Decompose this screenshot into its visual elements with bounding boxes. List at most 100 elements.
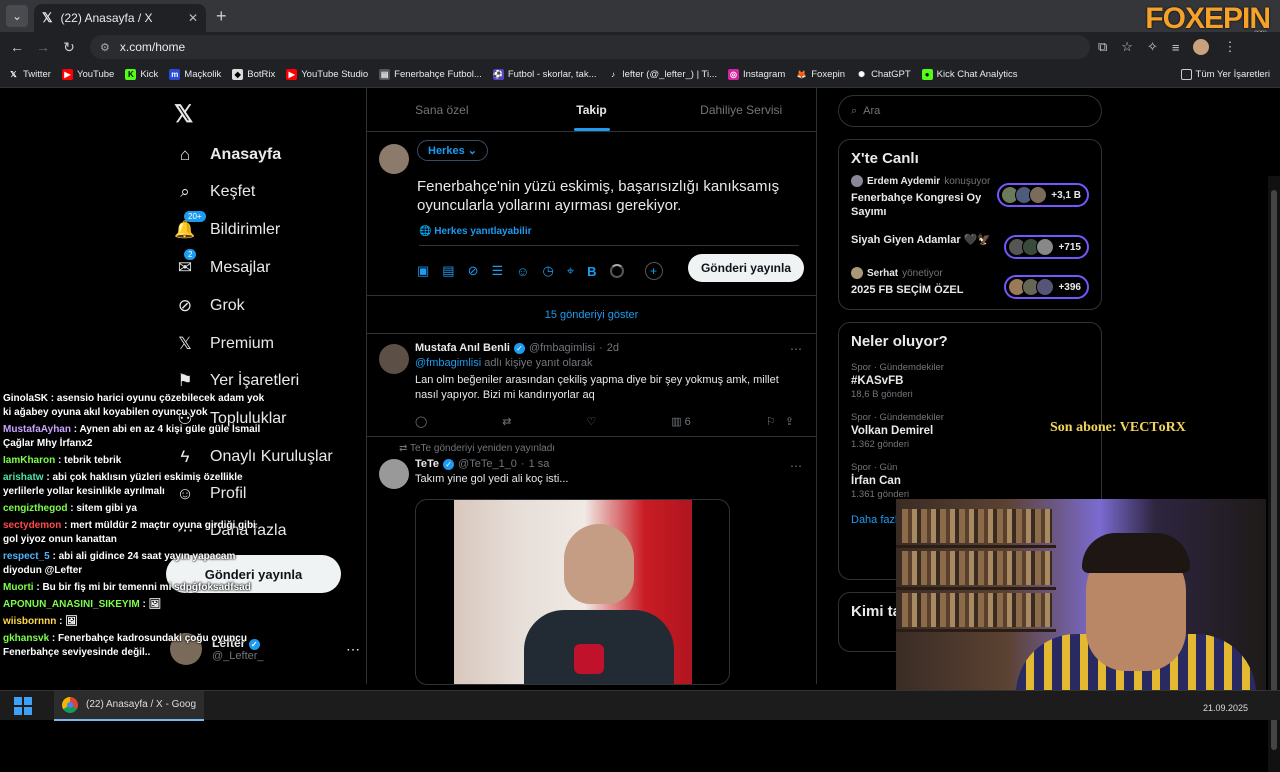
bookmark-item[interactable]: ▶ YouTube Studio <box>286 69 368 80</box>
tab-following[interactable]: Takip <box>517 88 667 131</box>
bookmark-item[interactable]: 𝕏 Twitter <box>8 69 51 80</box>
schedule-icon[interactable]: ◷ <box>542 263 553 279</box>
sidebar-item-bookmarks[interactable]: ⚑ Yer İşaretleri <box>174 370 299 392</box>
reply-icon[interactable]: ◯ <box>415 415 427 428</box>
avatar[interactable] <box>379 344 409 374</box>
chat-message: Muorti : Bu bir fiş mi bir temenni mi sd… <box>3 582 251 593</box>
tweet-time[interactable]: 2d <box>607 342 619 354</box>
live-space[interactable]: Erdem Aydemir konuşuyor Fenerbahçe Kongre… <box>851 175 1089 219</box>
bookmark-item[interactable]: ◆ BotRix <box>232 69 275 80</box>
browser-tab[interactable]: 𝕏 (22) Anasayfa / X ✕ <box>34 4 206 32</box>
url-text: x.com/home <box>119 40 186 54</box>
chat-message: IamKharon : tebrik tebrik <box>3 455 122 466</box>
emoji-icon[interactable]: ☺ <box>516 264 529 279</box>
install-app-icon[interactable]: ⧉ <box>1098 39 1107 55</box>
address-bar-row: ← → ↻ ⚙ x.com/home ⧉ ☆ ✧ ≡ ⋮ <box>0 32 1280 62</box>
compose-toolbar: ▣ ▤ ⊘ ☰ ☺ ◷ ⌖ B + <box>417 262 663 280</box>
tweet-time[interactable]: 1 sa <box>529 458 550 470</box>
forward-button[interactable]: → <box>30 39 56 55</box>
like-icon[interactable]: ♡ <box>586 415 596 428</box>
url-field[interactable]: ⚙ x.com/home <box>90 35 1090 59</box>
bookmark-star-icon[interactable]: ☆ <box>1121 39 1133 55</box>
grok-icon: ⊘ <box>177 296 193 315</box>
tweet[interactable]: ⇄ TeTe gönderiyi yeniden yayınladı ⋯ TeT… <box>367 437 816 685</box>
tab-search-button[interactable]: ⌄ <box>6 5 28 27</box>
reload-button[interactable]: ↻ <box>56 39 82 56</box>
windows-start-icon[interactable] <box>14 696 32 715</box>
location-icon[interactable]: ⌖ <box>567 263 574 279</box>
chat-text: 🖼 <box>148 599 162 610</box>
views-icon[interactable]: ▥ 6 <box>671 415 691 428</box>
reply-setting-button[interactable]: 🌐 Herkes yanıtlayabilir <box>419 226 799 246</box>
bookmark-item[interactable]: ◎ Instagram <box>728 69 785 80</box>
tab-dahiliye[interactable]: Dahiliye Servisi <box>666 88 816 131</box>
trend-item[interactable]: Spor · Gündemdekiler #KASvFB 18,6 B gönd… <box>851 362 1089 400</box>
sidebar-item-explore[interactable]: ⌕ Keşfet <box>174 181 255 203</box>
audience-selector[interactable]: Herkes ⌄ <box>417 140 488 161</box>
sidebar-item-home[interactable]: ⌂ Anasayfa <box>174 144 281 166</box>
verified-icon: ✓ <box>513 342 525 354</box>
avatar <box>851 267 863 279</box>
tweet[interactable]: ⋯ Mustafa Anıl Benli ✓ @fmbagimlisi · 2d… <box>367 334 816 437</box>
all-bookmarks-folder[interactable]: Tüm Yer İşaretleri <box>1180 69 1270 80</box>
live-space[interactable]: Siyah Giyen Adamlar 🖤🦅 +715 <box>851 227 1089 259</box>
tab-for-you[interactable]: Sana özel <box>367 88 517 131</box>
trend-item[interactable]: Spor · Gün İrfan Can 1.361 gönderi <box>851 462 1089 500</box>
sidebar-item-notifications[interactable]: 🔔 20+ Bildirimler <box>174 211 280 241</box>
chat-message: cengizthegod : sitem gibi ya <box>3 503 137 514</box>
stream-chat-overlay: GinolaSK : asensio harici oyunu çözebile… <box>0 392 268 702</box>
tiktok-icon: ♪ <box>611 70 616 79</box>
extensions-icon[interactable]: ✧ <box>1147 39 1158 55</box>
bookmark-item[interactable]: ⚽ Futbol - skorlar, tak... <box>492 69 597 80</box>
more-icon[interactable]: ⋯ <box>790 342 802 356</box>
bookmark-item[interactable]: ▤ Fenerbahçe Futbol... <box>379 69 482 80</box>
sidebar-item-grok[interactable]: ⊘ Grok <box>174 295 245 317</box>
close-tab-icon[interactable]: ✕ <box>188 11 198 25</box>
live-space[interactable]: Serhat yönetiyor 2025 FB SEÇİM ÖZEL +396 <box>851 267 1089 299</box>
browser-menu-icon[interactable]: ⋮ <box>1223 39 1236 55</box>
compose-textarea[interactable]: Fenerbahçe'nin yüzü eskimiş, başarısızlı… <box>417 177 802 215</box>
x-premium-icon: 𝕏 <box>178 334 192 353</box>
taskbar-chrome-window[interactable]: (22) Anasayfa / X - Goog <box>54 690 205 721</box>
search-input[interactable]: ⌕ Ara <box>838 95 1102 127</box>
media-icon[interactable]: ≡ <box>1172 40 1180 55</box>
tweet-author[interactable]: TeTe <box>415 458 439 470</box>
grok-icon[interactable]: ⊘ <box>468 263 479 279</box>
add-thread-icon[interactable]: + <box>644 262 663 280</box>
new-tab-button[interactable]: + <box>216 6 227 27</box>
bookmark-item[interactable]: m Maçkolik <box>169 69 221 80</box>
chat-username: wiisbornnn <box>3 616 57 627</box>
sidebar-item-premium[interactable]: 𝕏 Premium <box>174 333 274 355</box>
mail-icon: ✉ 2 <box>174 249 197 279</box>
bookmark-item[interactable]: 🦊 Foxepin <box>796 69 845 80</box>
show-new-posts-button[interactable]: 15 gönderiyi göster <box>367 296 816 334</box>
bookmark-item[interactable]: ▶ YouTube <box>61 69 114 80</box>
repost-icon[interactable]: ⇄ <box>502 415 511 428</box>
x-logo-icon[interactable]: 𝕏 <box>174 100 193 129</box>
back-button[interactable]: ← <box>4 39 30 55</box>
site-info-icon[interactable]: ⚙ <box>100 41 110 54</box>
profile-avatar[interactable] <box>1193 39 1210 55</box>
media-icon[interactable]: ▣ <box>417 263 429 279</box>
bell-icon: 🔔 20+ <box>174 211 206 241</box>
logo-text: FOXEPIN <box>1145 2 1271 35</box>
tweet-author[interactable]: Mustafa Anıl Benli <box>415 342 510 354</box>
bookmark-item[interactable]: ♪ lefter (@_lefter_) | Ti... <box>608 69 717 80</box>
bookmark-item[interactable]: K Kick <box>125 69 158 80</box>
bold-icon[interactable]: B <box>587 264 596 279</box>
bookmark-item[interactable]: ✺ ChatGPT <box>856 69 910 80</box>
bookmark-icon[interactable]: ⚐ ⇪ <box>766 415 794 428</box>
bookmark-item[interactable]: ● Kick Chat Analytics <box>921 69 1017 80</box>
tweet-handle[interactable]: @fmbagimlisi <box>529 342 595 354</box>
gif-icon[interactable]: ▤ <box>442 263 454 279</box>
more-icon[interactable]: ⋯ <box>790 459 802 473</box>
tweet-handle[interactable]: @TeTe_1_0 <box>458 458 517 470</box>
sidebar-item-messages[interactable]: ✉ 2 Mesajlar <box>174 249 270 279</box>
more-icon[interactable]: ⋯ <box>346 641 360 658</box>
poll-icon[interactable]: ☰ <box>492 263 504 279</box>
compose-post-button[interactable]: Gönderi yayınla <box>687 254 804 282</box>
page-scrollbar[interactable] <box>1268 176 1280 772</box>
tweet-video[interactable] <box>415 499 730 685</box>
youtube-icon: ▶ <box>61 69 73 80</box>
avatar[interactable] <box>379 459 409 489</box>
